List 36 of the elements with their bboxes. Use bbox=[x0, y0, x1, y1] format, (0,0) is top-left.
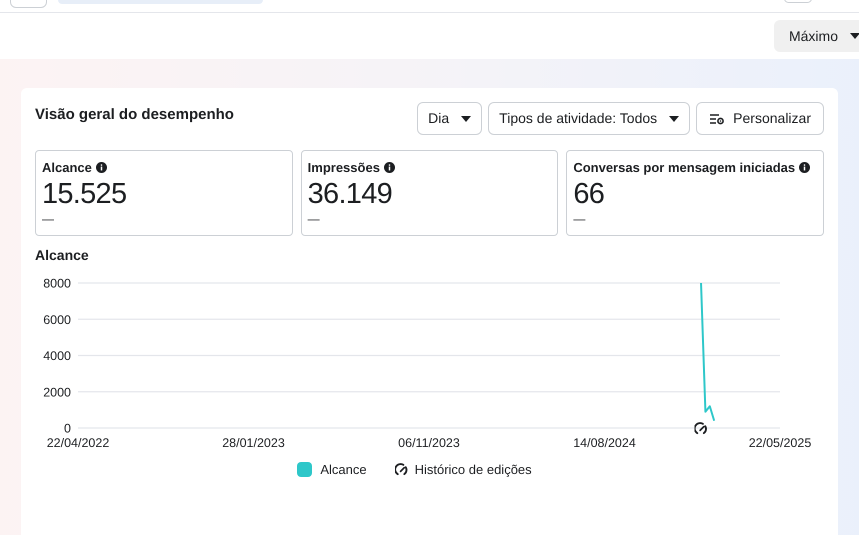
metric-change: — bbox=[573, 212, 586, 226]
y-tick-label: 4000 bbox=[43, 349, 71, 363]
edit-marker-icon bbox=[694, 423, 706, 434]
metric-label: Impressões bbox=[308, 159, 380, 177]
chart-title: Alcance bbox=[35, 246, 90, 265]
x-tick-label: 28/01/2023 bbox=[222, 436, 285, 450]
info-icon bbox=[799, 162, 810, 174]
caret-icon bbox=[669, 116, 680, 122]
info-icon bbox=[96, 162, 107, 174]
filter-dropdown[interactable]: Dia bbox=[417, 102, 482, 135]
metric-label: Conversas por mensagem iniciadas bbox=[573, 159, 796, 177]
y-tick-label: 2000 bbox=[43, 385, 71, 400]
metric-value: 66 bbox=[573, 178, 606, 210]
x-tick-label: 22/05/2025 bbox=[748, 436, 812, 450]
metric-value: 36.149 bbox=[308, 178, 394, 210]
date-range-dropdown[interactable]: Máximo bbox=[774, 20, 859, 52]
metric-change: — bbox=[308, 212, 321, 226]
y-tick-label: 8000 bbox=[43, 276, 71, 290]
x-tick-label: 22/04/2022 bbox=[46, 436, 110, 450]
caret-icon bbox=[850, 33, 859, 39]
info-icon bbox=[384, 162, 395, 174]
legend-label: Alcance bbox=[320, 461, 367, 479]
y-tick-label: 6000 bbox=[43, 312, 71, 327]
panel-title: Visão geral do desempenho bbox=[35, 105, 234, 125]
metric-label: Alcance bbox=[42, 159, 92, 177]
x-tick-label: 14/08/2024 bbox=[573, 436, 636, 450]
x-tick-label: 06/11/2023 bbox=[398, 436, 460, 450]
metric-value: 15.525 bbox=[42, 178, 128, 210]
metric-change: — bbox=[42, 212, 55, 226]
gauge-icon bbox=[394, 463, 408, 476]
legend-label: Histórico de edições bbox=[414, 461, 532, 479]
customize-button[interactable]: Personalizar bbox=[696, 102, 824, 135]
y-tick-label: 0 bbox=[64, 422, 71, 436]
caret-icon bbox=[461, 116, 472, 122]
settings-icon bbox=[709, 112, 726, 124]
filter-dropdown[interactable]: Tipos de atividade: Todos bbox=[488, 102, 690, 135]
